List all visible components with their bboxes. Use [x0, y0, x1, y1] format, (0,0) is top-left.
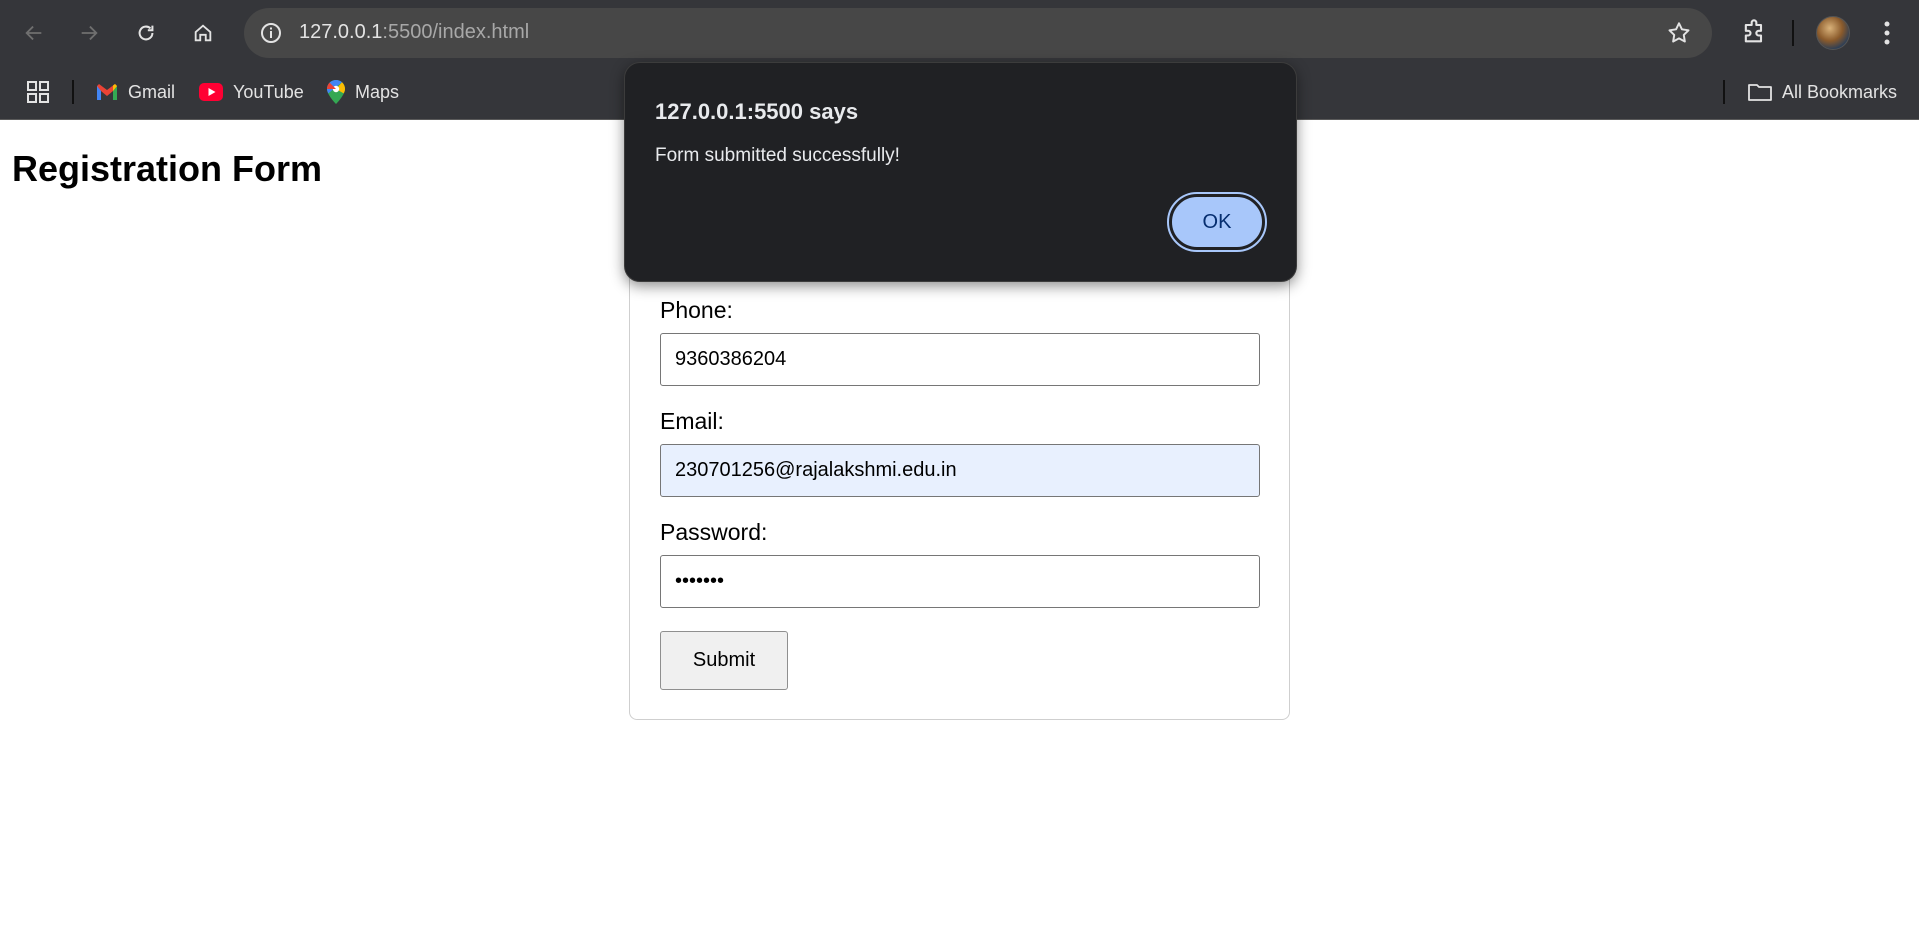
ok-button[interactable]: OK [1167, 192, 1267, 252]
bookmark-label: Maps [355, 81, 400, 102]
youtube-icon [199, 83, 223, 101]
dialog-message: Form submitted successfully! [655, 145, 900, 166]
apps-grid-icon [27, 81, 49, 103]
bookmark-label: YouTube [233, 81, 304, 102]
reload-button[interactable] [126, 13, 166, 53]
address-bar[interactable]: 127.0.0.1:5500/index.html [244, 8, 1712, 58]
submit-button[interactable]: Submit [660, 631, 788, 690]
bookmark-gmail[interactable]: Gmail [96, 76, 175, 108]
bookmarks-divider [72, 80, 74, 104]
url-host: 127.0.0.1 [299, 21, 383, 43]
toolbar-divider [1792, 20, 1794, 46]
profile-avatar[interactable] [1816, 16, 1850, 50]
site-info-icon[interactable] [258, 20, 284, 46]
bookmark-maps[interactable]: Maps [327, 76, 399, 108]
forward-button[interactable] [69, 13, 109, 53]
all-bookmarks-divider [1723, 80, 1725, 104]
url-text: 127.0.0.1:5500/index.html [299, 21, 529, 44]
bookmark-youtube[interactable]: YouTube [199, 76, 304, 108]
phone-input[interactable] [660, 333, 1260, 386]
password-input[interactable] [660, 555, 1260, 608]
apps-button[interactable] [26, 76, 60, 108]
bookmark-label: Gmail [128, 81, 176, 102]
dialog-title: 127.0.0.1:5500 says [655, 99, 859, 124]
email-input[interactable] [660, 444, 1260, 497]
all-bookmarks-button[interactable]: All Bookmarks [1748, 76, 1897, 108]
page-title: Registration Form [12, 148, 323, 189]
maps-icon [327, 80, 345, 104]
phone-label: Phone: [660, 297, 733, 323]
back-button[interactable] [14, 13, 54, 53]
email-label: Email: [660, 408, 724, 434]
extensions-icon[interactable] [1740, 18, 1768, 46]
browser-toolbar: 127.0.0.1:5500/index.html [0, 0, 1919, 66]
reload-icon [138, 25, 154, 41]
home-button[interactable] [183, 13, 223, 53]
password-label: Password: [660, 519, 768, 545]
alert-dialog: 127.0.0.1:5500 says Form submitted succe… [624, 62, 1297, 282]
all-bookmarks-label: All Bookmarks [1782, 81, 1898, 102]
folder-icon [1748, 84, 1772, 101]
arrow-right-icon [81, 25, 98, 41]
url-path: :5500/index.html [382, 21, 530, 43]
arrow-left-icon [25, 25, 42, 41]
kebab-menu-icon[interactable] [1876, 18, 1898, 48]
gmail-icon [97, 84, 117, 100]
bookmark-star-icon[interactable] [1666, 20, 1692, 46]
home-icon [194, 24, 212, 42]
